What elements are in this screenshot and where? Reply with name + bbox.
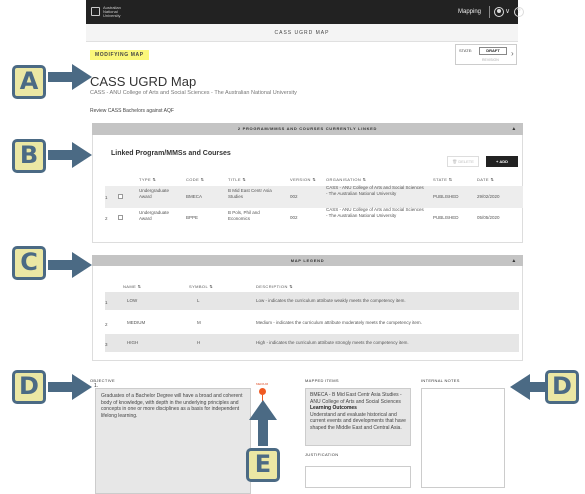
anu-logo[interactable]: Australian National University — [91, 6, 127, 18]
legend-symbol: H — [197, 340, 201, 345]
callout-a-arrow — [48, 64, 92, 90]
callout-e-arrow — [249, 400, 277, 446]
mapped-item-card[interactable]: BMECA - B Mid East Centr Asia Studies - … — [305, 388, 411, 446]
cell-date: 05/05/2020 — [477, 215, 500, 220]
row-index: 1 — [105, 300, 108, 305]
row-index: 2 — [105, 322, 108, 327]
cell-state: PUBLISHED — [433, 194, 459, 199]
callout-a: A — [12, 65, 46, 99]
learning-outcomes-title: Learning Outcomes — [310, 405, 357, 411]
legend-name: HIGH — [127, 340, 139, 345]
callout-b-arrow — [48, 142, 92, 168]
page-title: CASS UGRD Map — [90, 74, 197, 89]
row-checkbox[interactable] — [118, 215, 123, 220]
cell-title: B Pols, Phil and Economics — [228, 210, 260, 221]
column-header[interactable]: TITLE ⇅ — [228, 177, 246, 182]
state-revision-label: REVISION — [482, 58, 499, 62]
collapse-caret-icon[interactable]: ▲ — [511, 123, 517, 135]
state-draft-badge: DRAFT — [479, 47, 507, 55]
linked-programs-title: Linked Program/MMSs and Courses — [111, 150, 231, 157]
linked-programs-card: Linked Program/MMSs and Courses 🗑 DELETE… — [92, 135, 523, 243]
crest-icon — [91, 7, 100, 16]
chevron-right-icon[interactable]: › — [511, 49, 514, 58]
cell-date: 29/02/2020 — [477, 194, 500, 199]
cell-version: 002 — [290, 194, 298, 199]
column-header[interactable]: DATE ⇅ — [477, 177, 494, 182]
cell-type: Undergraduate Award — [139, 188, 170, 199]
callout-d-right: D — [545, 370, 579, 404]
page-subtitle: CASS - ANU College of Arts and Social Sc… — [90, 90, 297, 96]
internal-notes-label: INTERNAL NOTES — [421, 378, 460, 383]
column-header[interactable]: TYPE ⇅ — [139, 177, 156, 182]
help-icon[interactable]: ? — [514, 7, 524, 17]
learning-outcome-text: Understand and evaluate historical and c… — [310, 411, 406, 431]
callout-d-left: D — [12, 370, 46, 404]
callout-e: E — [246, 448, 280, 482]
justification-label: JUSTIFICATION — [305, 452, 339, 457]
cell-organisation: CASS - ANU College of Arts and Social Sc… — [326, 207, 424, 218]
add-button[interactable]: + ADD — [486, 156, 518, 167]
row-index: 2 — [105, 216, 108, 221]
modifying-map-badge: MODIFYING MAP — [90, 50, 149, 60]
row-index: 3 — [105, 342, 108, 347]
column-header[interactable]: STATE ⇅ — [433, 177, 453, 182]
rating-dot[interactable] — [259, 388, 266, 395]
divider — [489, 6, 490, 18]
state-selector[interactable]: STATE: DRAFT REVISION › — [455, 44, 517, 65]
legend-description: Medium - indicates the curriculum attrib… — [256, 320, 422, 325]
row-index: 1 — [105, 195, 108, 200]
logo-line: University — [103, 13, 121, 18]
mapped-items-label: MAPPED ITEMS — [305, 378, 339, 383]
chevron-down-icon[interactable]: ∨ — [505, 7, 510, 15]
cell-organisation: CASS - ANU College of Arts and Social Sc… — [326, 185, 424, 196]
state-label: STATE: — [459, 48, 473, 53]
cell-type: Undergraduate Award — [139, 210, 170, 221]
cell-code: BPPE — [186, 215, 199, 220]
legend-name: MEDIUM — [127, 320, 146, 325]
column-header[interactable]: SYMBOL ⇅ — [189, 284, 213, 289]
callout-b: B — [12, 139, 46, 173]
map-legend-header-label: MAP LEGEND — [290, 258, 325, 263]
user-icon[interactable] — [494, 7, 504, 17]
legend-symbol: M — [197, 320, 201, 325]
mapped-item-course: BMECA - B Mid East Centr Asia Studies - … — [310, 392, 402, 405]
legend-symbol: L — [197, 298, 200, 303]
column-header[interactable]: NAME ⇅ — [123, 284, 141, 289]
column-header[interactable]: DESCRIPTION ⇅ — [256, 284, 293, 289]
callout-d-left-arrow — [48, 374, 92, 400]
objective-text: Graduates of a Bachelor Degree will have… — [101, 393, 243, 419]
internal-notes-input[interactable] — [421, 388, 505, 488]
objective-box: Graduates of a Bachelor Degree will have… — [95, 388, 251, 494]
legend-name: LOW — [127, 298, 138, 303]
justification-input[interactable] — [305, 466, 411, 488]
cell-version: 002 — [290, 215, 298, 220]
delete-button[interactable]: 🗑 DELETE — [447, 156, 479, 167]
linked-section-header[interactable]: 2 PROGRAM/MMSS AND COURSES CURRENTLY LIN… — [92, 123, 523, 135]
linked-section-header-label: 2 PROGRAM/MMSS AND COURSES CURRENTLY LIN… — [237, 126, 378, 131]
legend-description: High - indicates the curriculum attribut… — [256, 340, 409, 345]
cell-state: PUBLISHED — [433, 215, 459, 220]
rating-dot-label: MEDIUM — [256, 382, 269, 386]
map-legend-card: NAME ⇅ SYMBOL ⇅ DESCRIPTION ⇅ 1 LOW L Lo… — [92, 266, 523, 361]
callout-c: C — [12, 246, 46, 280]
callout-c-arrow — [48, 252, 92, 278]
top-navigation-bar: Australian National University Mapping ∨… — [86, 0, 524, 24]
mapping-link[interactable]: Mapping — [458, 9, 481, 15]
cell-title: B Mid East Centr Asia Studies — [228, 188, 272, 199]
review-description: Review CASS Bachelors against AQF — [90, 108, 174, 114]
legend-description: Low - indicates the curriculum attribute… — [256, 298, 406, 303]
delete-button-label: DELETE — [458, 159, 474, 164]
map-title-bar: CASS UGRD MAP — [86, 24, 518, 42]
cell-code: BMECA — [186, 194, 203, 199]
column-header[interactable]: ORGANISATION ⇅ — [326, 177, 366, 182]
row-checkbox[interactable] — [118, 194, 123, 199]
column-header[interactable]: CODE ⇅ — [186, 177, 204, 182]
column-header[interactable]: VERSION ⇅ — [290, 177, 316, 182]
